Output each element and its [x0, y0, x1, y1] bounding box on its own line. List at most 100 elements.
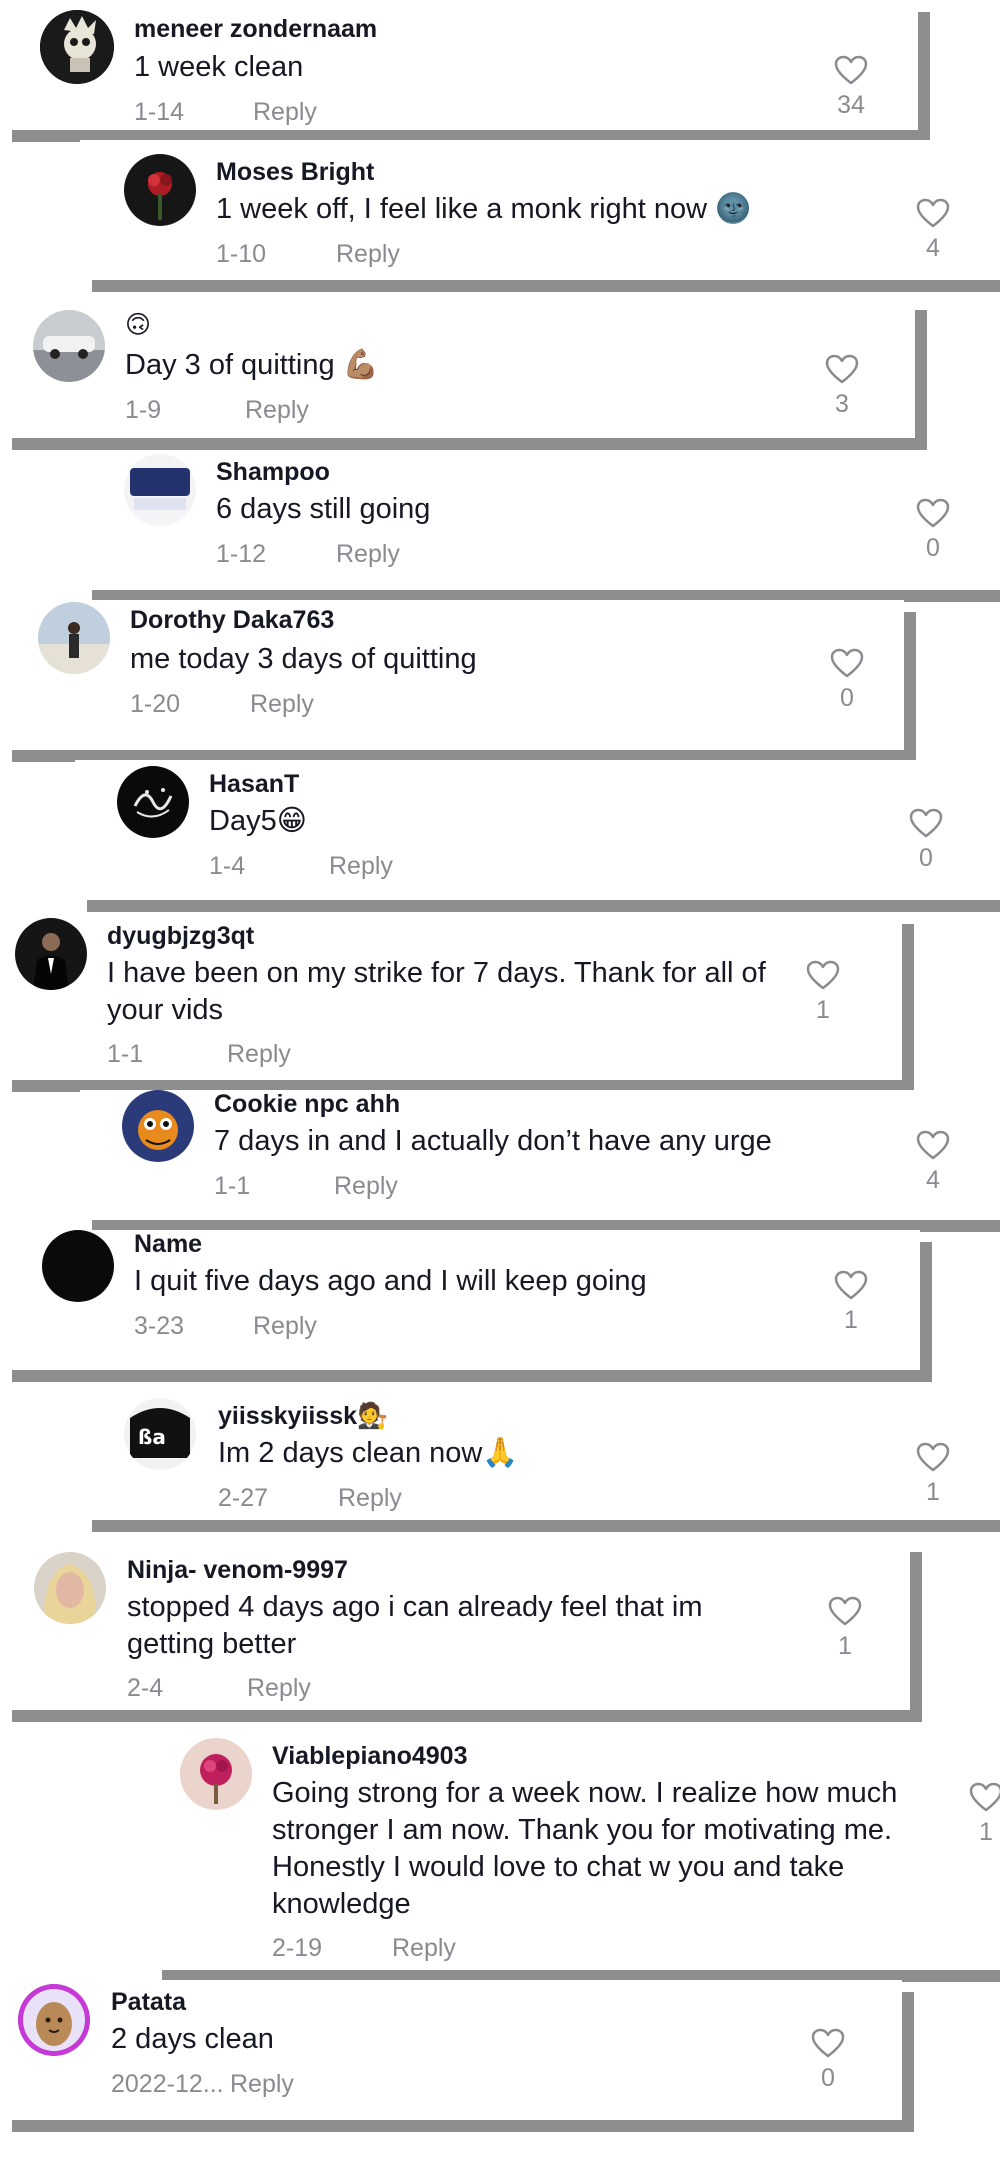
heart-icon	[909, 808, 943, 838]
like-button[interactable]: 0	[817, 648, 877, 713]
like-button[interactable]: 1	[793, 960, 853, 1025]
comment-username[interactable]: Moses Bright	[216, 158, 374, 187]
like-count: 0	[926, 534, 940, 562]
cartoon-character-avatar[interactable]	[122, 1090, 194, 1162]
comment-username[interactable]: Name	[134, 1230, 202, 1259]
comment-card: Moses Bright 1 week off, I feel like a m…	[80, 140, 1000, 280]
comment-text: I quit five days ago and I will keep goi…	[134, 1265, 647, 1297]
like-count: 1	[844, 1306, 858, 1334]
comment-date: 1-1	[107, 1040, 144, 1068]
comment-date: 2-19	[272, 1934, 323, 1962]
comment-date: 1-10	[216, 240, 267, 268]
like-count: 3	[835, 390, 849, 418]
like-count: 4	[926, 1166, 940, 1194]
reply-button[interactable]: Reply	[334, 1172, 398, 1201]
reply-button[interactable]: Reply	[250, 690, 314, 719]
comment-text-line-1: Going strong for a week now. I realize h…	[272, 1777, 898, 1809]
reply-button[interactable]: Reply	[392, 1934, 456, 1963]
comment-date: 1-14	[134, 98, 185, 126]
calligraphy-avatar[interactable]	[117, 766, 189, 838]
like-count: 1	[816, 996, 830, 1024]
like-button[interactable]: 1	[815, 1596, 875, 1661]
comment-date: 3-23	[134, 1312, 185, 1340]
comment-text: Im 2 days clean now🙏	[218, 1437, 519, 1469]
comment-card: dyugbjzg3qt I have been on my strike for…	[0, 912, 902, 1080]
comment-card: Shampoo 6 days still going 1-12 Reply 0	[80, 450, 1000, 590]
comment-date: 2022-12...	[111, 2070, 224, 2098]
comment-card: Dorothy Daka763 me today 3 days of quitt…	[0, 600, 904, 750]
like-count: 0	[840, 684, 854, 712]
reply-button[interactable]: Reply	[247, 1674, 311, 1703]
like-button[interactable]: 0	[903, 498, 963, 563]
heart-icon	[916, 198, 950, 228]
like-button[interactable]: 1	[821, 1270, 881, 1335]
comment-text-line-1: stopped 4 days ago i can already feel th…	[127, 1591, 703, 1623]
comment-username[interactable]: yiisskyiissk🧑‍⚖️	[218, 1402, 388, 1431]
comment-username[interactable]: Viablepiano4903	[272, 1742, 467, 1771]
comment-date: 1-12	[216, 540, 267, 568]
comment-username[interactable]: dyugbjzg3qt	[107, 922, 254, 951]
potato-avatar[interactable]	[18, 1984, 90, 2056]
comment-username[interactable]: Cookie npc ahh	[214, 1090, 400, 1119]
comment-username[interactable]: HasanT	[209, 770, 299, 799]
comment-date: 1-1	[214, 1172, 251, 1200]
like-button[interactable]: 4	[903, 1130, 963, 1195]
comment-text: 6 days still going	[216, 493, 431, 525]
graffiti-avatar[interactable]: ßa	[124, 1398, 196, 1470]
person-outdoor-avatar[interactable]	[38, 602, 110, 674]
comment-card: HasanT Day5😁 1-4 Reply 0	[75, 760, 1000, 900]
like-button[interactable]: 0	[896, 808, 956, 873]
like-count: 34	[837, 91, 865, 119]
reply-button[interactable]: Reply	[336, 540, 400, 569]
heart-icon	[969, 1782, 1000, 1812]
reply-button[interactable]: Reply	[336, 240, 400, 269]
comment-username[interactable]: 🙃	[125, 310, 151, 340]
comment-username[interactable]: Ninja- venom-9997	[127, 1556, 348, 1585]
comment-date: 1-20	[130, 690, 181, 718]
like-button[interactable]: 3	[812, 354, 872, 419]
like-count: 0	[821, 2064, 835, 2092]
comment-text-line-2: your vids	[107, 994, 224, 1026]
like-button[interactable]: 1	[903, 1442, 963, 1507]
comment-card: 🙃 Day 3 of quitting 💪🏽 1-9 Reply 3	[0, 298, 915, 438]
reply-button[interactable]: Reply	[227, 1040, 291, 1069]
comment-text: 7 days in and I actually don’t have any …	[214, 1125, 772, 1157]
like-count: 1	[926, 1478, 940, 1506]
like-count: 1	[838, 1632, 852, 1660]
heart-icon	[916, 1130, 950, 1160]
comment-text: 1 week off, I feel like a monk right now…	[216, 193, 752, 225]
reply-button[interactable]: Reply	[253, 98, 317, 127]
car-photo-avatar[interactable]	[33, 310, 105, 382]
comment-card: meneer zondernaam 1 week clean 1-14 Repl…	[0, 0, 918, 130]
like-button[interactable]: 4	[903, 198, 963, 263]
skull-art-avatar[interactable]	[40, 10, 114, 84]
comment-username[interactable]: Shampoo	[216, 458, 330, 487]
like-button[interactable]: 0	[798, 2028, 858, 2093]
man-in-suit-avatar[interactable]	[15, 918, 87, 990]
comment-text: Day 3 of quitting 💪🏽	[125, 349, 379, 381]
comment-username[interactable]: Patata	[111, 1988, 186, 2017]
blonde-person-avatar[interactable]	[34, 1552, 106, 1624]
comment-username[interactable]: meneer zondernaam	[134, 15, 377, 44]
black-circle-avatar[interactable]	[42, 1230, 114, 1302]
heart-icon	[830, 648, 864, 678]
comment-date: 2-4	[127, 1674, 164, 1702]
heart-icon	[806, 960, 840, 990]
reply-button[interactable]: Reply	[230, 2070, 294, 2099]
comment-card: ßa yiisskyiissk🧑‍⚖️ Im 2 days clean now🙏…	[80, 1390, 1000, 1520]
like-count: 4	[926, 234, 940, 262]
heart-icon	[834, 1270, 868, 1300]
comment-card: Cookie npc ahh 7 days in and I actually …	[80, 1090, 1000, 1220]
like-button[interactable]: 34	[821, 55, 881, 120]
reply-button[interactable]: Reply	[329, 852, 393, 881]
red-flower-avatar[interactable]	[124, 154, 196, 226]
like-button[interactable]: 1	[956, 1782, 1000, 1847]
reply-button[interactable]: Reply	[245, 396, 309, 425]
reply-button[interactable]: Reply	[338, 1484, 402, 1513]
pink-flower-avatar[interactable]	[180, 1738, 252, 1810]
comment-card: Viablepiano4903 Going strong for a week …	[150, 1730, 1000, 1970]
comment-username[interactable]: Dorothy Daka763	[130, 606, 334, 635]
reply-button[interactable]: Reply	[253, 1312, 317, 1341]
shampoo-bottle-avatar[interactable]	[124, 454, 196, 526]
comment-date: 1-9	[125, 396, 162, 424]
